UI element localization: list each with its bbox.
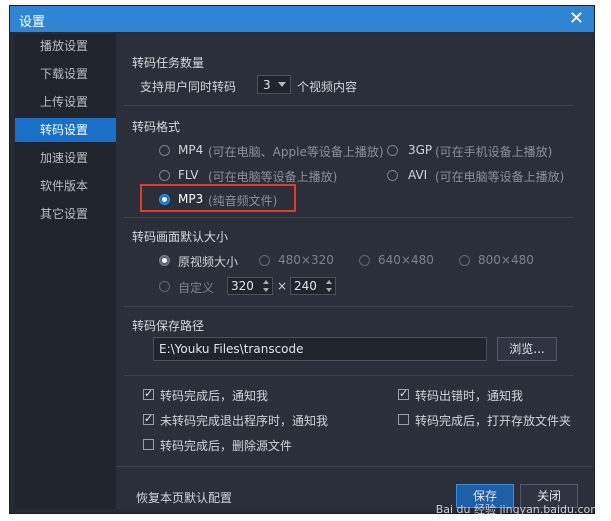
settings-panel: 转码任务数量 支持用户同时转码 3 个视频内容 转码格式 MP4 (可在电脑、A… <box>116 34 594 509</box>
format-flv-label: FLV <box>178 168 199 182</box>
notify-error-label: 转码出错时，通知我 <box>415 389 524 403</box>
delete-source-label: 转码完成后，删除源文件 <box>160 439 293 453</box>
checkbox-notify-complete[interactable] <box>143 387 154 400</box>
highlight-box <box>140 184 296 212</box>
size-radio-custom[interactable] <box>159 281 170 292</box>
format-radio-flv[interactable] <box>159 170 170 181</box>
size-original-label: 原视频大小 <box>178 255 239 269</box>
divider <box>124 105 574 106</box>
close-icon[interactable]: ✕ <box>569 8 584 29</box>
section-title-size: 转码画面默认大小 <box>132 230 229 244</box>
count-prefix: 支持用户同时转码 <box>140 80 237 94</box>
format-mp4-note: (可在电脑、Apple等设备上播放) <box>208 145 384 159</box>
settings-window: 设置 ✕ 播放设置 下载设置 上传设置 转码设置 加速设置 软件版本 其它设置 … <box>9 5 595 514</box>
format-3gp-label: 3GP <box>408 143 433 157</box>
size-480x320-label: 480×320 <box>278 253 334 267</box>
sidebar-item-other[interactable]: 其它设置 <box>15 202 116 226</box>
times-sign: × <box>277 279 288 293</box>
format-avi-label: AVI <box>408 168 428 182</box>
notify-exit-label: 未转码完成退出程序时，通知我 <box>160 414 329 428</box>
format-3gp-note: (可在手机设备上播放) <box>435 145 553 159</box>
count-suffix: 个视频内容 <box>297 80 358 94</box>
spin-down-icon[interactable] <box>263 288 269 292</box>
sidebar-item-playback[interactable]: 播放设置 <box>15 34 116 58</box>
title-bar: 设置 ✕ <box>10 6 594 32</box>
restore-defaults-link[interactable]: 恢复本页默认配置 <box>136 489 232 506</box>
sidebar-item-version[interactable]: 软件版本 <box>15 174 116 198</box>
section-title-count: 转码任务数量 <box>132 56 205 70</box>
divider <box>124 375 574 376</box>
format-radio-mp4[interactable] <box>159 145 170 156</box>
save-path-input[interactable]: E:\Youku Files\transcode <box>153 337 487 361</box>
size-640x480-label: 640×480 <box>378 253 434 267</box>
chevron-down-icon <box>278 82 286 87</box>
format-mp4-label: MP4 <box>178 143 204 157</box>
divider <box>124 217 574 218</box>
size-radio-640x480[interactable] <box>359 255 370 266</box>
sidebar: 播放设置 下载设置 上传设置 转码设置 加速设置 软件版本 其它设置 <box>15 34 116 509</box>
task-count-select[interactable]: 3 <box>257 75 291 94</box>
sidebar-item-transcode[interactable]: 转码设置 <box>15 118 116 142</box>
notify-complete-label: 转码完成后，通知我 <box>160 389 269 403</box>
size-radio-800x480[interactable] <box>459 255 470 266</box>
size-custom-label: 自定义 <box>178 281 215 295</box>
size-radio-480x320[interactable] <box>259 255 270 266</box>
checkbox-open-folder[interactable] <box>398 414 409 425</box>
custom-height-input[interactable]: 240 <box>290 277 336 295</box>
sidebar-item-upload[interactable]: 上传设置 <box>15 90 116 114</box>
format-avi-note: (可在电脑等设备上播放) <box>435 170 565 184</box>
save-path-value: E:\Youku Files\transcode <box>159 342 304 356</box>
sidebar-item-acceleration[interactable]: 加速设置 <box>15 146 116 170</box>
open-folder-label: 转码完成后，打开存放文件夹 <box>415 414 572 428</box>
browse-button[interactable]: 浏览... <box>497 337 557 361</box>
custom-width-value: 320 <box>231 279 254 293</box>
format-flv-note: (可在电脑等设备上播放) <box>208 170 338 184</box>
spin-down-icon[interactable] <box>326 288 332 292</box>
spin-up-icon[interactable] <box>326 280 332 284</box>
divider <box>124 306 574 307</box>
section-title-path: 转码保存路径 <box>132 319 205 333</box>
sidebar-item-download[interactable]: 下载设置 <box>15 62 116 86</box>
task-count-value: 3 <box>263 78 271 92</box>
custom-width-input[interactable]: 320 <box>227 277 273 295</box>
spin-up-icon[interactable] <box>263 280 269 284</box>
size-radio-original[interactable] <box>159 255 170 266</box>
size-800x480-label: 800×480 <box>478 253 534 267</box>
checkbox-notify-error[interactable] <box>398 387 409 400</box>
section-title-format: 转码格式 <box>132 120 181 134</box>
custom-height-value: 240 <box>294 279 317 293</box>
checkbox-delete-source[interactable] <box>143 439 154 450</box>
footer-divider <box>116 466 594 467</box>
checkbox-notify-exit[interactable] <box>143 412 154 425</box>
format-radio-3gp[interactable] <box>387 145 398 156</box>
format-radio-avi[interactable] <box>387 170 398 181</box>
watermark: Bai du 经验 jingyan.baidu.com <box>435 503 601 516</box>
window-title: 设置 <box>19 15 46 30</box>
